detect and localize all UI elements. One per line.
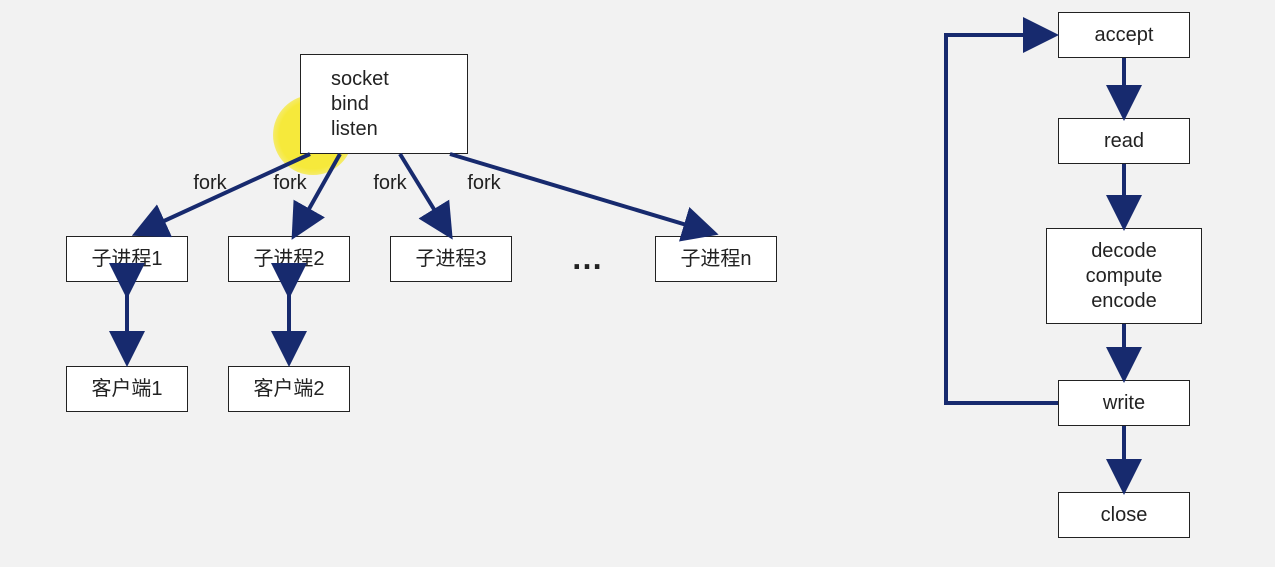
child-box-3: 子进程3: [390, 236, 512, 282]
step-close: close: [1058, 492, 1190, 538]
fork-label-1: fork: [180, 172, 240, 195]
child-3-label: 子进程3: [415, 247, 486, 272]
step-close-label: close: [1101, 503, 1148, 528]
step-write: write: [1058, 380, 1190, 426]
client-box-2: 客户端2: [228, 366, 350, 412]
fork-label-3: fork: [360, 172, 420, 195]
root-line2: bind: [331, 92, 369, 117]
step-accept: accept: [1058, 12, 1190, 58]
diagram-canvas: socket bind listen 子进程1 子进程2 子进程3 子进程n ……: [0, 0, 1275, 567]
step-read-label: read: [1104, 129, 1144, 154]
step-dce-label: decode compute encode: [1086, 239, 1163, 314]
step-read: read: [1058, 118, 1190, 164]
child-n-label: 子进程n: [680, 247, 751, 272]
ellipsis: …: [560, 240, 620, 277]
child-box-n: 子进程n: [655, 236, 777, 282]
step-write-label: write: [1103, 391, 1145, 416]
root-line1: socket: [331, 67, 389, 92]
child-box-2: 子进程2: [228, 236, 350, 282]
child-box-1: 子进程1: [66, 236, 188, 282]
child-1-label: 子进程1: [91, 247, 162, 272]
step-accept-label: accept: [1095, 23, 1154, 48]
fork-label-2: fork: [260, 172, 320, 195]
step-decode-compute-encode: decode compute encode: [1046, 228, 1202, 324]
flow-loop-back: [946, 35, 1058, 403]
root-line3: listen: [331, 117, 378, 142]
fork-label-4: fork: [454, 172, 514, 195]
child-2-label: 子进程2: [253, 247, 324, 272]
client-box-1: 客户端1: [66, 366, 188, 412]
root-box: socket bind listen: [300, 54, 468, 154]
client-1-label: 客户端1: [91, 377, 162, 402]
client-2-label: 客户端2: [253, 377, 324, 402]
